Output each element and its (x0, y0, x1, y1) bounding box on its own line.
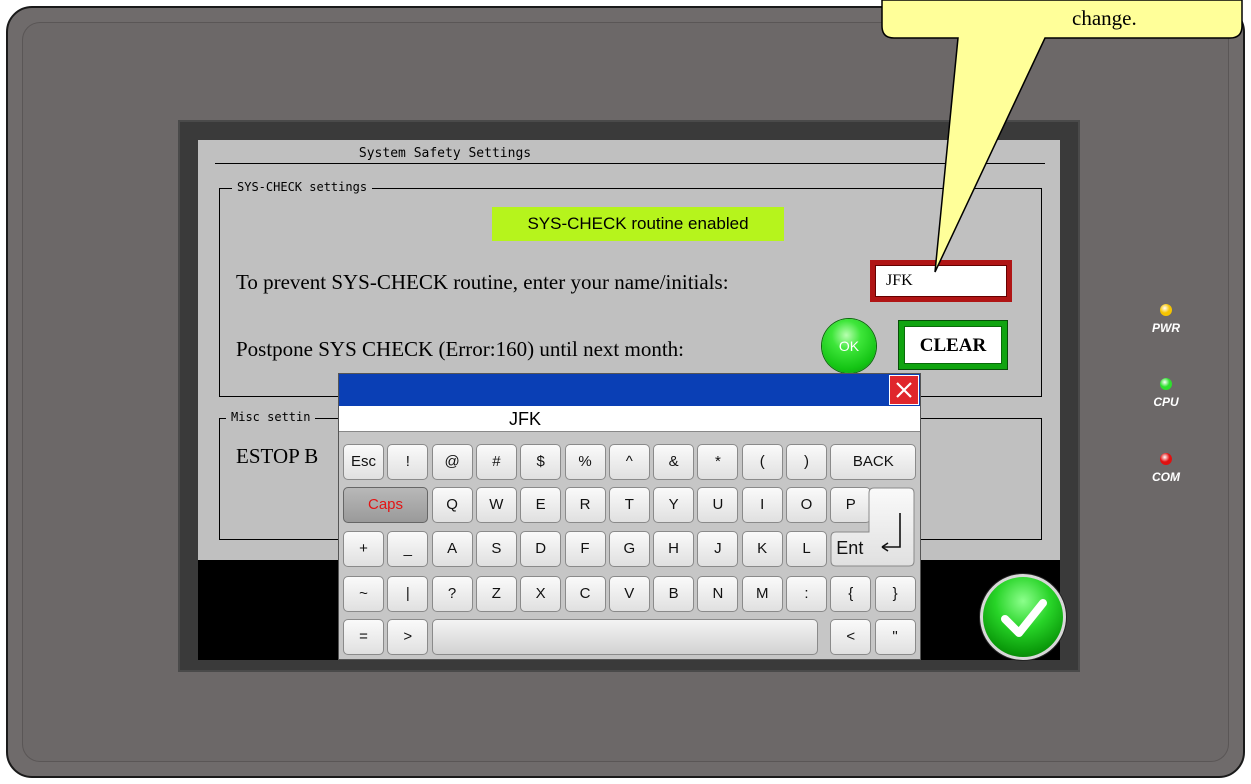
key-4[interactable]: $ (520, 444, 562, 480)
key-9[interactable]: ( (741, 444, 783, 480)
key-row3-8[interactable]: J (697, 531, 739, 567)
checkmark-icon (1001, 599, 1047, 637)
syscheck-group-label: SYS-CHECK settings (232, 180, 373, 194)
key-row3-5[interactable]: F (564, 531, 606, 567)
key-r[interactable]: R (564, 487, 606, 523)
key-row4-3[interactable]: Z (475, 576, 517, 612)
key-t[interactable]: T (608, 487, 650, 523)
key-5[interactable]: % (564, 444, 606, 480)
keyboard-close-button[interactable] (889, 375, 919, 405)
key-row3-4[interactable]: D (520, 531, 562, 567)
key-row3-7[interactable]: H (653, 531, 695, 567)
key-row4-4[interactable]: X (520, 576, 562, 612)
key-row4-2[interactable]: ? (431, 576, 473, 612)
key-8[interactable]: * (697, 444, 739, 480)
key-u[interactable]: U (697, 487, 739, 523)
key-row3-6[interactable]: G (608, 531, 650, 567)
cpu-led (1160, 378, 1172, 390)
pwr-led (1160, 304, 1172, 316)
keyboard-input-display: JFK (339, 406, 920, 432)
caps-key[interactable]: Caps (343, 487, 428, 523)
key-row3-10[interactable]: L (786, 531, 827, 567)
prevent-label: To prevent SYS-CHECK routine, enter your… (236, 270, 729, 294)
clear-button[interactable]: CLEAR (898, 320, 1008, 370)
back-key[interactable]: BACK (830, 444, 917, 480)
key-3[interactable]: # (475, 444, 517, 480)
key-row5-left-1[interactable]: > (387, 619, 429, 655)
enter-key-label: Ent (836, 538, 864, 558)
key-row4-1[interactable]: | (387, 576, 429, 612)
key-o[interactable]: O (786, 487, 827, 523)
postpone-label: Postpone SYS CHECK (Error:160) until nex… (236, 337, 684, 361)
onscreen-keyboard: JFK Esc! @ # $% ^ & *() BACK Caps Q W E R T Y U I O P + _ A S D… (338, 373, 921, 660)
status-badge: SYS-CHECK routine enabled (492, 207, 784, 241)
key-2[interactable]: @ (431, 444, 473, 480)
close-icon (896, 382, 912, 398)
name-initials-value[interactable]: JFK (875, 265, 1007, 297)
key-y[interactable]: Y (653, 487, 695, 523)
key-row4-9[interactable]: M (741, 576, 783, 612)
key-row4-5[interactable]: C (564, 576, 606, 612)
key-1[interactable]: ! (387, 444, 429, 480)
key-row4-11[interactable]: { (830, 576, 872, 612)
enter-key[interactable]: Ent (830, 487, 915, 567)
key-row4-6[interactable]: V (608, 576, 650, 612)
cpu-led-label: CPU (1153, 395, 1179, 409)
pwr-led-label: PWR (1152, 321, 1180, 335)
clear-button-label[interactable]: CLEAR (904, 326, 1002, 364)
misc-group-label: Misc settin (226, 410, 316, 424)
key-row4-7[interactable]: B (653, 576, 695, 612)
key-q[interactable]: Q (431, 487, 473, 523)
callout-text: change. (1072, 6, 1137, 30)
key-row4-12[interactable]: } (874, 576, 916, 612)
key-7[interactable]: & (653, 444, 695, 480)
name-initials-field[interactable]: JFK (870, 260, 1012, 302)
key-e[interactable]: E (520, 487, 562, 523)
key-0[interactable]: Esc (343, 444, 384, 480)
key-10[interactable]: ) (786, 444, 827, 480)
key-6[interactable]: ^ (608, 444, 650, 480)
accept-button[interactable] (980, 574, 1066, 660)
title-rule (215, 163, 1045, 164)
key-row4-10[interactable]: : (786, 576, 827, 612)
ok-button[interactable]: OK (822, 319, 876, 373)
key-row4-8[interactable]: N (697, 576, 739, 612)
key-w[interactable]: W (475, 487, 517, 523)
key-row5-right-1[interactable]: " (874, 619, 916, 655)
key-row3-1[interactable]: _ (387, 531, 429, 567)
key-row4-0[interactable]: ~ (343, 576, 384, 612)
key-row3-0[interactable]: + (343, 531, 384, 567)
key-row3-3[interactable]: S (475, 531, 517, 567)
estop-label: ESTOP B (236, 444, 319, 468)
page-title: System Safety Settings (358, 146, 532, 161)
com-led-label: COM (1152, 470, 1180, 484)
keyboard-title-bar[interactable] (339, 374, 920, 406)
key-row5-left-0[interactable]: = (343, 619, 384, 655)
key-i[interactable]: I (741, 487, 783, 523)
key-row3-2[interactable]: A (431, 531, 473, 567)
key-row3-9[interactable]: K (741, 531, 783, 567)
key-row5-right-0[interactable]: < (830, 619, 872, 655)
com-led (1160, 453, 1172, 465)
space-key[interactable] (431, 619, 818, 655)
